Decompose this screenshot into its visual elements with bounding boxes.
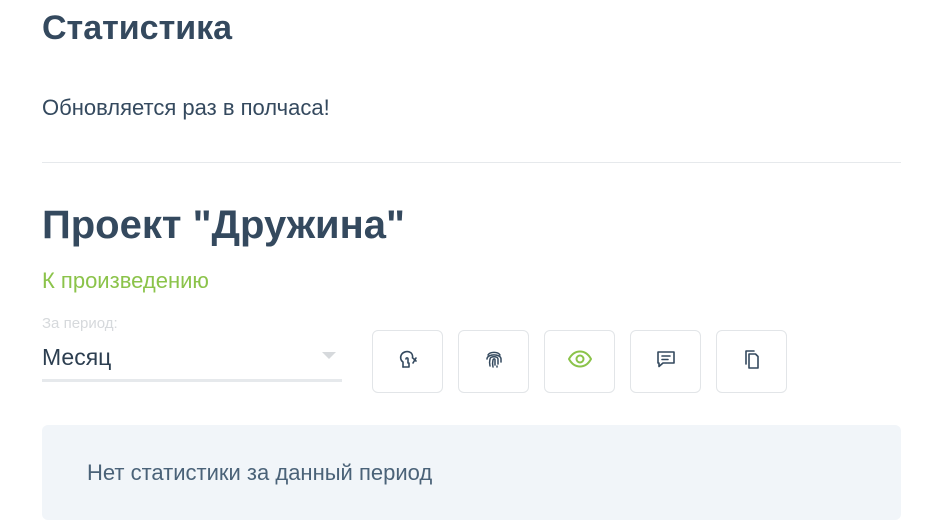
update-notice: Обновляется раз в полчаса!: [42, 95, 330, 120]
period-label: За период:: [42, 315, 118, 332]
statistics-page: Статистика Обновляется раз в полчаса! Пр…: [0, 0, 933, 527]
project-title: Проект "Дружина": [42, 203, 406, 247]
fingerprint-icon: [481, 346, 507, 372]
page-title: Статистика: [42, 9, 233, 47]
period-select[interactable]: Месяц: [42, 338, 342, 382]
empty-state-message: Нет статистики за данный период: [87, 460, 433, 485]
copy-icon: [739, 346, 765, 372]
reads-stat-button[interactable]: [372, 330, 443, 393]
comment-icon: [653, 346, 679, 372]
chevron-down-icon: [322, 352, 336, 359]
eye-icon: [567, 346, 593, 372]
read-hand-icon: [395, 346, 421, 372]
unique-visitors-button[interactable]: [458, 330, 529, 393]
period-selected-value: Месяц: [42, 344, 112, 370]
views-button[interactable]: [544, 330, 615, 393]
copies-button[interactable]: [716, 330, 787, 393]
divider: [42, 162, 901, 163]
comments-button[interactable]: [630, 330, 701, 393]
to-work-link[interactable]: К произведению: [42, 267, 209, 295]
empty-state-panel: Нет статистики за данный период: [42, 425, 901, 520]
